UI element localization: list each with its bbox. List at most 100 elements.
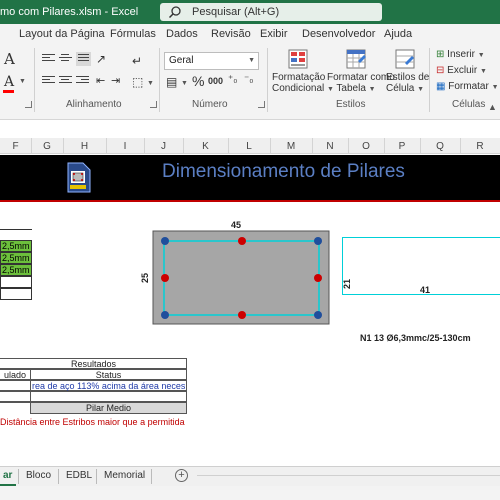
tab-divider xyxy=(96,469,97,484)
indent-icon[interactable]: ⇤ xyxy=(96,74,105,87)
outdent-icon[interactable]: ⇥ xyxy=(111,74,120,87)
rebar xyxy=(238,311,246,319)
tab-developer[interactable]: Desenvolvedor xyxy=(302,28,375,40)
input-cell[interactable]: 2,5mm xyxy=(0,240,32,252)
column-section-drawing xyxy=(152,230,330,325)
delete-button[interactable]: ⊟ Excluir ▼ xyxy=(436,65,487,76)
column-header[interactable]: L xyxy=(228,141,270,152)
tab-review[interactable]: Revisão xyxy=(211,28,251,40)
number-launcher-icon[interactable] xyxy=(258,101,265,108)
format-as-table-label-2: Tabela ▼ xyxy=(336,83,376,94)
merge-cells-icon[interactable]: ⬚ xyxy=(132,75,143,89)
font-grow-icon[interactable]: A xyxy=(4,50,15,68)
align-bottom-icon[interactable] xyxy=(76,52,91,66)
tab-help[interactable]: Ajuda xyxy=(384,28,412,40)
conditional-formatting-button[interactable]: Formatação Condicional ▼ xyxy=(272,49,334,95)
input-cell[interactable]: 2,5mm xyxy=(0,264,32,276)
results-header: Resultados xyxy=(70,359,117,369)
align-left-icon[interactable] xyxy=(42,76,55,87)
tab-formulas[interactable]: Fórmulas xyxy=(110,28,156,40)
results-type-row: Pilar Medio xyxy=(0,402,187,414)
column-header[interactable]: H xyxy=(63,141,106,152)
sheet-tab-active[interactable]: ar xyxy=(3,470,12,481)
insert-label: Inserir xyxy=(447,49,475,60)
section-width-label: 45 xyxy=(231,220,242,230)
column-header[interactable]: I xyxy=(106,141,144,152)
number-format-value: Geral xyxy=(169,55,194,66)
results-status-row: rea de aço 113% acima da área necessária xyxy=(0,380,187,391)
chevron-down-icon[interactable]: ▼ xyxy=(181,80,188,87)
delete-icon: ⊟ xyxy=(436,65,445,76)
align-middle-icon[interactable] xyxy=(59,54,72,65)
column-header[interactable]: Q xyxy=(420,141,460,152)
column-header[interactable]: N xyxy=(312,141,348,152)
search-box[interactable]: Pesquisar (Alt+G) xyxy=(160,3,382,21)
orientation-icon[interactable]: ↗ xyxy=(96,52,106,66)
rebar xyxy=(161,274,169,282)
logo-icon xyxy=(67,162,91,193)
alignment-launcher-icon[interactable] xyxy=(150,101,157,108)
number-format-dropdown[interactable]: Geral ▼ xyxy=(164,52,259,70)
group-separator xyxy=(429,48,430,112)
font-color-button[interactable]: A xyxy=(4,74,14,90)
results-empty-cell xyxy=(0,381,31,391)
stirrup-height-label: 21 xyxy=(342,278,353,290)
input-cell[interactable]: 2,5mm xyxy=(0,252,32,264)
cell-styles-label-1: Estilos de xyxy=(386,72,430,83)
format-as-table-icon xyxy=(346,49,366,69)
thousands-button[interactable]: 000 xyxy=(208,76,223,86)
align-right-icon[interactable] xyxy=(76,76,89,87)
column-header[interactable]: K xyxy=(183,141,228,152)
cell-styles-label-2: Célula ▼ xyxy=(386,83,425,94)
currency-icon[interactable]: ▤ xyxy=(166,75,177,89)
styles-group-label: Estilos xyxy=(336,99,366,110)
ribbon: A A ▼ ↗ ⇤ ⇥ ↵ ⬚ ▼ Alinhamento Geral ▼ ▤ … xyxy=(0,44,500,120)
font-launcher-icon[interactable] xyxy=(25,101,32,108)
sheet-tab-memorial[interactable]: Memorial xyxy=(104,470,145,481)
chevron-down-icon[interactable]: ▼ xyxy=(147,80,154,87)
alignment-group-label: Alinhamento xyxy=(66,99,122,110)
sheet-tab-bloco[interactable]: Bloco xyxy=(26,470,51,481)
column-header[interactable]: G xyxy=(31,141,63,152)
collapse-ribbon-icon[interactable]: ▲ xyxy=(488,102,497,112)
percent-button[interactable]: % xyxy=(192,73,204,89)
cell-styles-button[interactable]: Estilos de Célula ▼ xyxy=(386,49,430,95)
rebar-spec-label: N1 13 Ø6,3mmc/25-130cm xyxy=(360,333,471,343)
tab-view[interactable]: Exibir xyxy=(260,28,288,40)
chevron-down-icon[interactable]: ▼ xyxy=(19,78,26,85)
align-top-icon[interactable] xyxy=(42,54,55,65)
column-header[interactable]: J xyxy=(144,141,183,152)
column-header[interactable]: O xyxy=(348,141,384,152)
horizontal-scrollbar[interactable] xyxy=(197,475,500,476)
sheet-tab-edbl[interactable]: EDBL xyxy=(66,470,92,481)
conditional-formatting-label-2: Condicional ▼ xyxy=(272,83,334,94)
increase-decimal-icon[interactable]: ⁺₀ xyxy=(228,74,237,85)
insert-icon: ⊞ xyxy=(436,49,445,60)
results-empty-cell xyxy=(0,403,31,414)
tab-page-layout[interactable]: Layout da Página xyxy=(19,28,105,40)
wrap-text-icon[interactable]: ↵ xyxy=(132,54,142,68)
empty-cell[interactable] xyxy=(0,288,32,300)
tab-data[interactable]: Dados xyxy=(166,28,198,40)
align-center-icon[interactable] xyxy=(59,76,72,87)
worksheet[interactable]: Dimensionamento de Pilares 2,5mm 2,5mm 2… xyxy=(0,155,500,466)
conditional-formatting-icon xyxy=(288,49,308,69)
column-header[interactable]: P xyxy=(384,141,420,152)
format-button[interactable]: ▦ Formatar ▼ xyxy=(436,81,499,92)
add-sheet-icon[interactable]: + xyxy=(175,469,188,482)
table-border xyxy=(0,229,32,231)
rebar-corner xyxy=(161,237,169,245)
column-header[interactable]: R xyxy=(460,141,500,152)
insert-button[interactable]: ⊞ Inserir ▼ xyxy=(436,49,485,60)
search-icon xyxy=(168,6,181,19)
decrease-decimal-icon[interactable]: ⁻₀ xyxy=(244,74,253,85)
column-header[interactable]: F xyxy=(0,141,31,152)
concrete-section xyxy=(152,230,330,325)
tab-divider xyxy=(58,469,59,484)
results-columns-row: ulado Status xyxy=(0,369,187,380)
rebar xyxy=(238,237,246,245)
format-as-table-button[interactable]: Formatar como Tabela ▼ xyxy=(327,49,395,95)
empty-cell[interactable] xyxy=(0,276,32,288)
column-header[interactable]: M xyxy=(270,141,312,152)
results-status: rea de aço 113% acima da área necessária xyxy=(32,381,185,391)
